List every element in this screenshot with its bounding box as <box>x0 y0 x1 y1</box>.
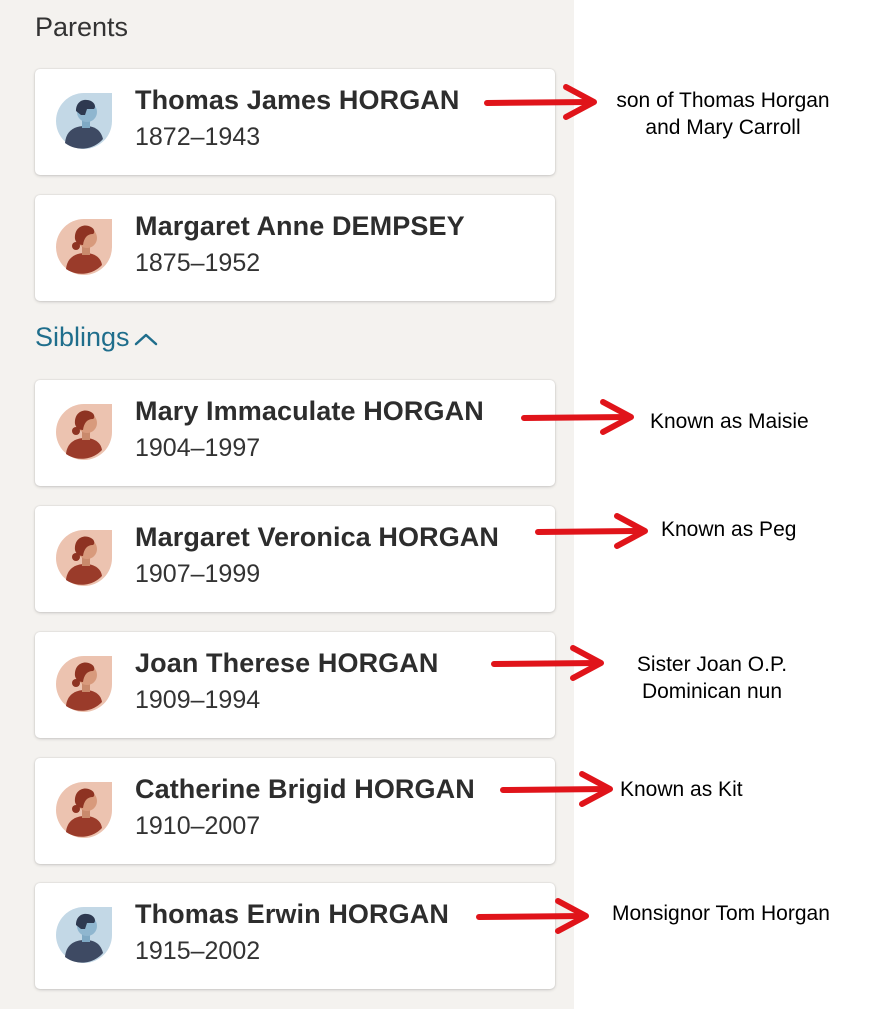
annotation-line: Sister Joan O.P. <box>636 653 788 676</box>
annotation-line: son of Thomas Horgan <box>616 89 830 112</box>
arrow-thomas-erwin <box>476 898 589 934</box>
arrow-catherine <box>500 771 613 807</box>
annotation-thomas-erwin: Monsignor Tom Horgan <box>612 902 830 925</box>
annotation-catherine: Known as Kit <box>620 778 743 801</box>
annotation-margaret-veronica: Known as Peg <box>661 518 797 541</box>
annotation-joan: Sister Joan O.P. Dominican nun <box>612 651 812 705</box>
arrow-joan <box>491 645 604 681</box>
annotation-line: Dominican nun <box>641 680 783 703</box>
annotation-arrows <box>476 84 648 934</box>
arrow-mary <box>521 399 634 435</box>
annotation-line: and Mary Carroll <box>645 116 801 139</box>
annotation-thomas-james: son of Thomas Horgan and Mary Carroll <box>598 87 848 141</box>
annotation-mary: Known as Maisie <box>650 410 809 433</box>
arrow-thomas-james <box>484 84 597 120</box>
arrow-margaret-veronica <box>535 513 648 549</box>
